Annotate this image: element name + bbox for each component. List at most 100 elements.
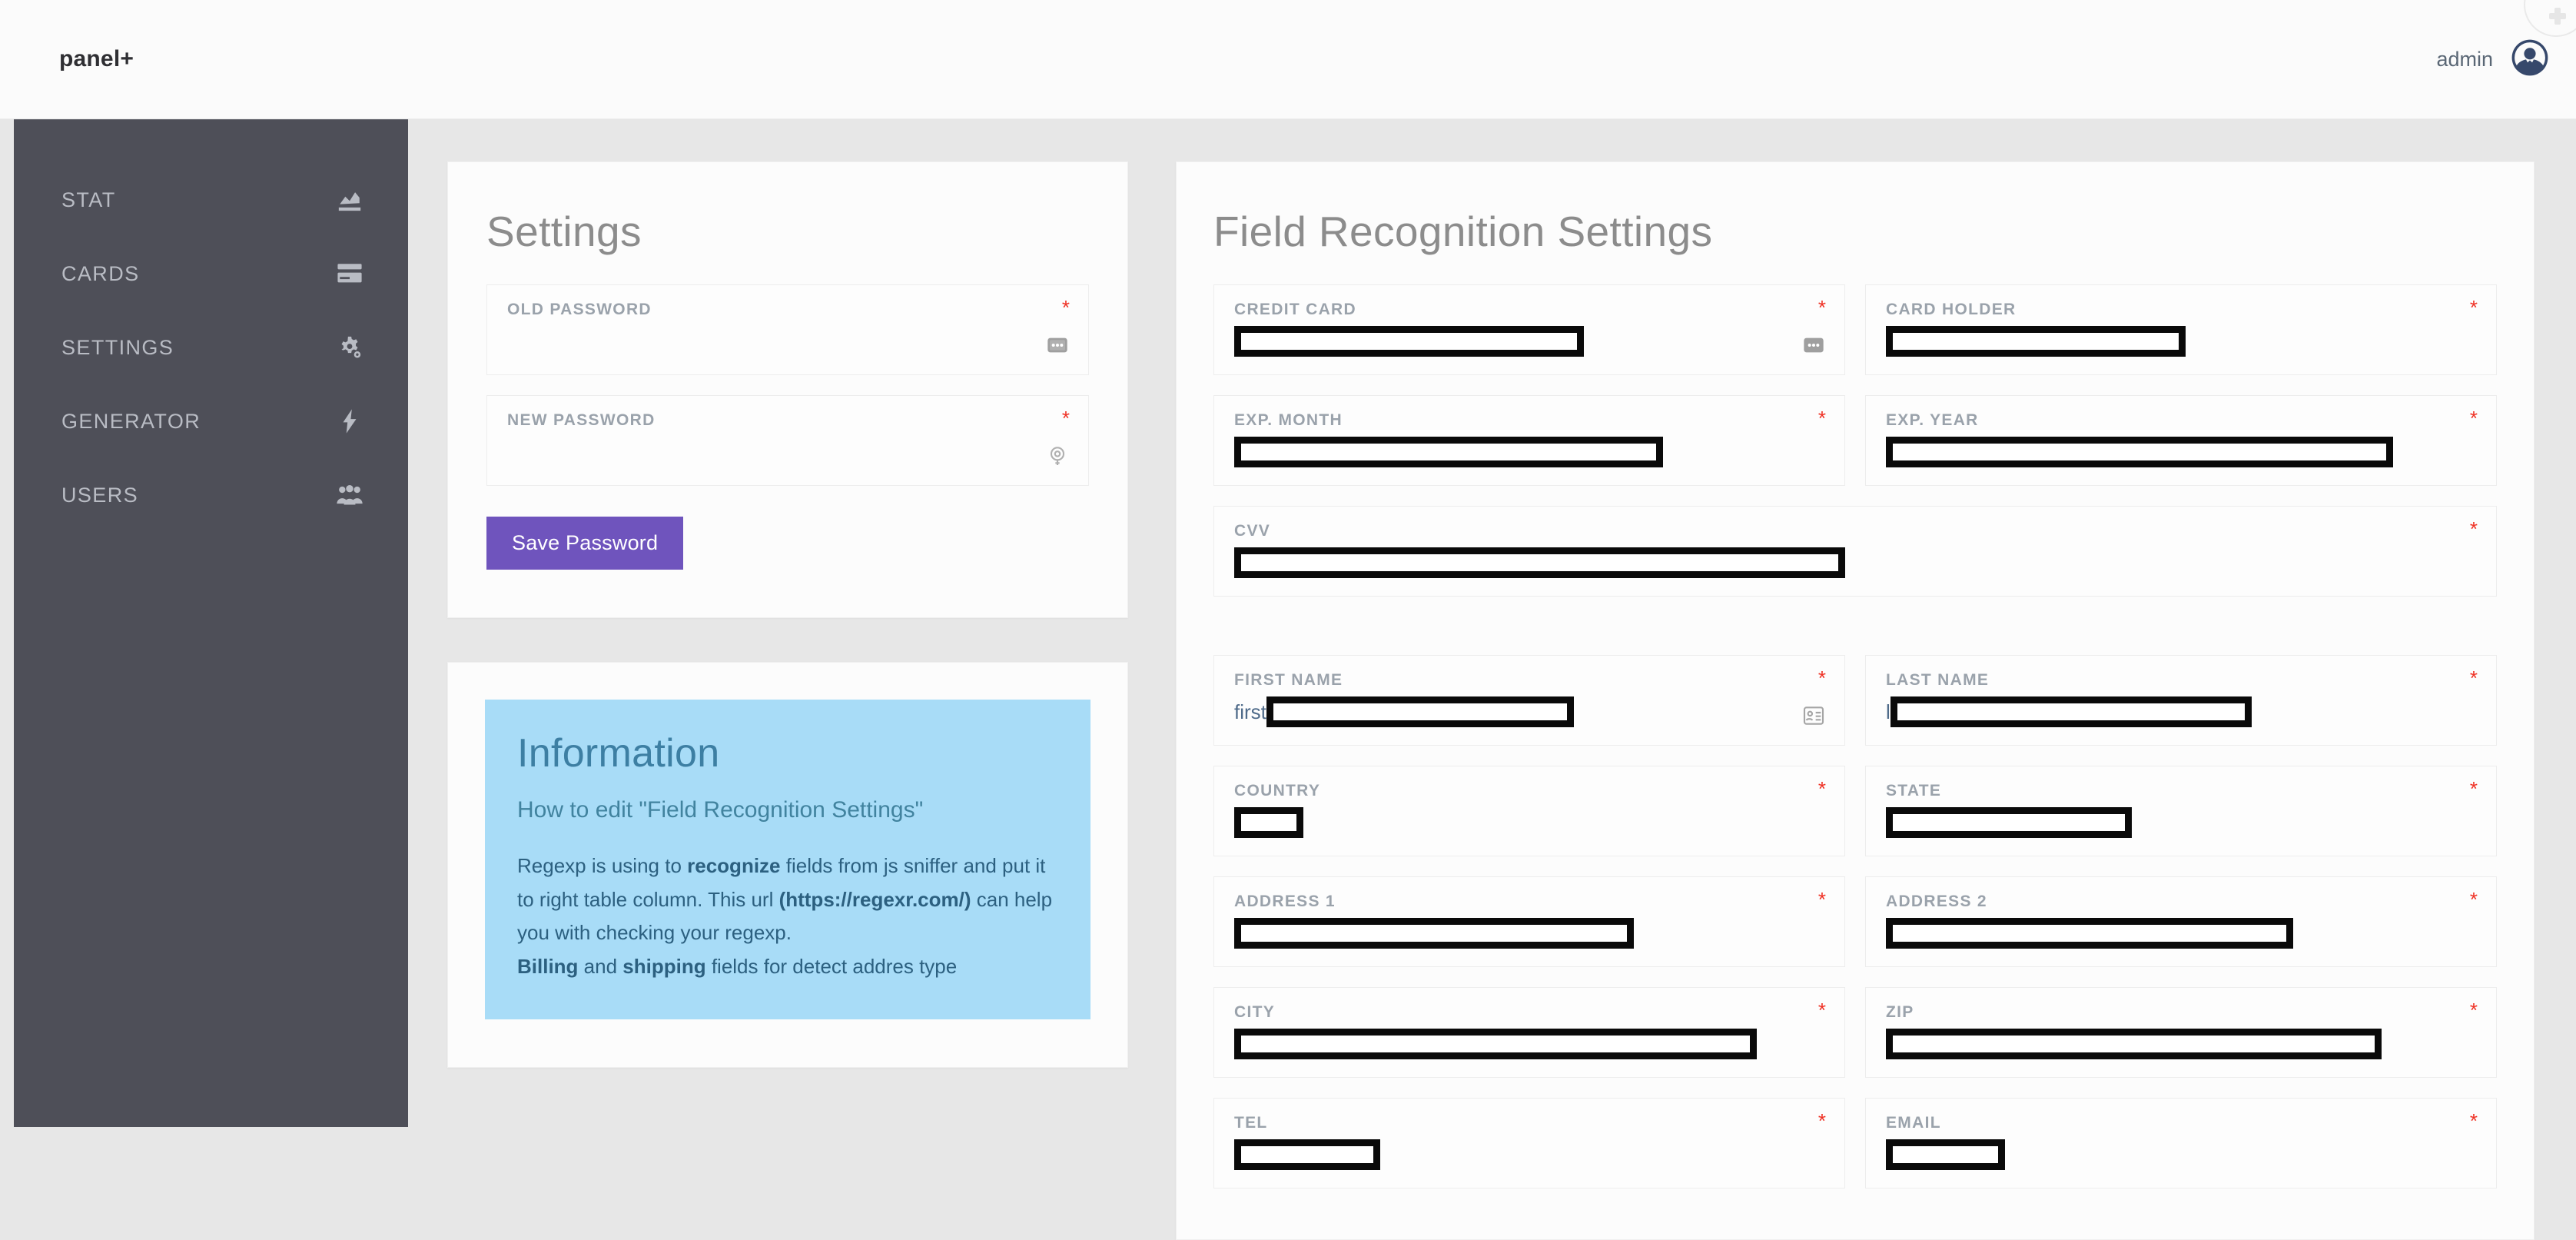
field-value-row bbox=[1234, 1026, 1824, 1062]
field-zip[interactable]: ZIP * bbox=[1865, 987, 2497, 1078]
sidebar: STAT CARDS SETTINGS GENERATOR USERS bbox=[14, 119, 408, 1127]
field-label: NEW PASSWORD bbox=[507, 411, 656, 429]
info-emphasis-billing: Billing bbox=[517, 955, 579, 979]
gear-icon bbox=[2524, 0, 2576, 37]
field-exp-month[interactable]: EXP. MONTH * bbox=[1213, 395, 1845, 486]
redacted-value bbox=[1234, 1029, 1757, 1059]
redacted-value bbox=[1234, 326, 1584, 357]
sidebar-item-cards[interactable]: CARDS bbox=[14, 237, 408, 311]
sidebar-item-stat[interactable]: STAT bbox=[14, 163, 408, 237]
field-label: EXP. MONTH bbox=[1234, 411, 1343, 429]
redacted-value bbox=[1234, 1139, 1380, 1170]
redacted-value bbox=[1234, 547, 1845, 578]
field-label: OLD PASSWORD bbox=[507, 301, 652, 318]
field-country[interactable]: COUNTRY * bbox=[1213, 766, 1845, 856]
redacted-value bbox=[1890, 696, 2252, 727]
field-label: TEL bbox=[1234, 1114, 1268, 1132]
field-value-row bbox=[1234, 323, 1824, 360]
left-column: Settings OLD PASSWORD * NEW PASSWORD * S… bbox=[447, 161, 1128, 1068]
information-paragraph-regexp: Regexp is using to recognize fields from… bbox=[517, 849, 1058, 950]
field-label: EMAIL bbox=[1886, 1114, 1941, 1132]
field-value-row: first bbox=[1234, 693, 1824, 730]
field-state[interactable]: STATE * bbox=[1865, 766, 2497, 856]
right-column: Field Recognition Settings CREDIT CARD * C… bbox=[1176, 161, 2535, 1240]
new-password-field[interactable]: NEW PASSWORD * bbox=[486, 395, 1089, 486]
information-title: Information bbox=[517, 731, 720, 776]
required-marker: * bbox=[1817, 777, 1826, 800]
required-marker: * bbox=[2469, 296, 2478, 319]
field-city[interactable]: CITY * bbox=[1213, 987, 1845, 1078]
field-value-row bbox=[1234, 915, 1824, 952]
info-text-part: Regexp is using to bbox=[517, 854, 688, 877]
sidebar-item-label: STAT bbox=[61, 188, 116, 211]
required-marker: * bbox=[1817, 296, 1826, 319]
two-column-layout: Settings OLD PASSWORD * NEW PASSWORD * S… bbox=[408, 119, 2576, 1240]
password-dots-icon bbox=[1798, 330, 1829, 361]
required-marker: * bbox=[2469, 517, 2478, 540]
field-value-row bbox=[1234, 1136, 1824, 1173]
field-label: CARD HOLDER bbox=[1886, 301, 2017, 318]
field-email[interactable]: EMAIL * bbox=[1865, 1098, 2497, 1188]
field-label: ADDRESS 1 bbox=[1234, 893, 1336, 910]
old-password-field[interactable]: OLD PASSWORD * bbox=[486, 284, 1089, 375]
page-content: Settings OLD PASSWORD * NEW PASSWORD * S… bbox=[408, 119, 2576, 1240]
required-marker: * bbox=[1061, 296, 1070, 319]
field-exp-year[interactable]: EXP. YEAR * bbox=[1865, 395, 2497, 486]
redacted-value bbox=[1886, 1139, 2005, 1170]
key-circle-icon bbox=[1042, 440, 1073, 471]
field-label: CREDIT CARD bbox=[1234, 301, 1356, 318]
field-value-row bbox=[1886, 434, 2476, 470]
chart-bar-icon bbox=[334, 185, 365, 215]
user-avatar-icon[interactable] bbox=[2510, 38, 2550, 81]
save-password-button[interactable]: Save Password bbox=[486, 517, 684, 570]
field-address-2[interactable]: ADDRESS 2 * bbox=[1865, 876, 2497, 967]
field-value-row bbox=[1234, 544, 2476, 581]
field-value-row: l bbox=[1886, 693, 2476, 730]
admin-username-label: admin bbox=[2436, 47, 2493, 71]
field-label: FIRST NAME bbox=[1234, 671, 1343, 689]
field-value-row bbox=[1234, 804, 1824, 841]
settings-card: Settings OLD PASSWORD * NEW PASSWORD * S… bbox=[447, 161, 1128, 618]
field-label: ADDRESS 2 bbox=[1886, 893, 1987, 910]
redacted-value bbox=[1886, 437, 2393, 467]
users-icon bbox=[334, 480, 365, 510]
sidebar-item-generator[interactable]: GENERATOR bbox=[14, 384, 408, 458]
field-value-row bbox=[1886, 323, 2476, 360]
field-first-name[interactable]: FIRST NAME * first bbox=[1213, 655, 1845, 746]
redacted-value bbox=[1234, 918, 1634, 949]
info-text-part: fields for detect addres type bbox=[705, 955, 958, 979]
app-logo[interactable]: panel+ bbox=[59, 46, 134, 72]
redacted-value bbox=[1886, 1029, 2382, 1059]
required-marker: * bbox=[1817, 407, 1826, 430]
required-marker: * bbox=[1817, 1109, 1826, 1132]
redacted-value bbox=[1886, 326, 2186, 357]
info-text-part: and bbox=[578, 955, 623, 979]
field-card-holder[interactable]: CARD HOLDER * bbox=[1865, 284, 2497, 375]
required-marker: * bbox=[2469, 1109, 2478, 1132]
redacted-value bbox=[1234, 437, 1663, 467]
information-subtitle: How to edit "Field Recognition Settings" bbox=[517, 797, 924, 823]
field-tel[interactable]: TEL * bbox=[1213, 1098, 1845, 1188]
redacted-value bbox=[1234, 807, 1303, 838]
required-marker: * bbox=[2469, 777, 2478, 800]
regexr-url-link[interactable]: (https://regexr.com/) bbox=[779, 888, 971, 911]
sidebar-item-label: USERS bbox=[61, 483, 139, 507]
required-marker: * bbox=[2469, 667, 2478, 690]
field-label: STATE bbox=[1886, 782, 1942, 800]
sidebar-item-settings[interactable]: SETTINGS bbox=[14, 311, 408, 384]
field-last-name[interactable]: LAST NAME * l bbox=[1865, 655, 2497, 746]
redacted-value bbox=[1266, 696, 1574, 727]
field-credit-card[interactable]: CREDIT CARD * bbox=[1213, 284, 1845, 375]
field-label: LAST NAME bbox=[1886, 671, 1990, 689]
info-emphasis-shipping: shipping bbox=[622, 955, 706, 979]
credit-card-icon bbox=[334, 258, 365, 289]
topbar-user-area: admin bbox=[2436, 38, 2550, 81]
gears-icon bbox=[334, 332, 365, 363]
information-card: Information How to edit "Field Recogniti… bbox=[447, 662, 1128, 1068]
field-label: EXP. YEAR bbox=[1886, 411, 1979, 429]
password-dots-icon bbox=[1042, 330, 1073, 361]
field-address-1[interactable]: ADDRESS 1 * bbox=[1213, 876, 1845, 967]
sidebar-item-users[interactable]: USERS bbox=[14, 458, 408, 532]
field-cvv[interactable]: CVV * bbox=[1213, 506, 2497, 597]
field-recognition-title: Field Recognition Settings bbox=[1213, 208, 1713, 255]
